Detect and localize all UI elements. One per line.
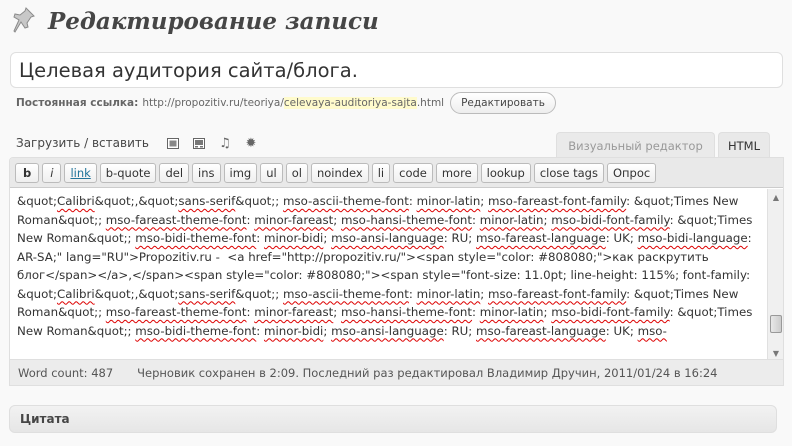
- word-count: Word count: 487: [18, 365, 114, 380]
- editor-scrollbar[interactable]: ▲ ▼: [767, 189, 783, 359]
- post-content-textarea[interactable]: &quot;Calibri&quot;,&quot;sans-serif&quo…: [10, 189, 768, 359]
- misspelled-word: mso-ascii-theme-font: [283, 194, 409, 208]
- scroll-down-arrow-icon[interactable]: ▼: [768, 345, 783, 359]
- autosave-status: Черновик сохранен в 2:09. Последний раз …: [137, 365, 718, 380]
- misspelled-word: minor-latin: [416, 194, 481, 208]
- editor-status-bar: Word count: 487 Черновик сохранен в 2:09…: [9, 360, 784, 386]
- page-title: Редактирование записи: [48, 7, 379, 35]
- misspelled-word: mso-bidi-theme-font: [135, 323, 257, 338]
- misspelled-word: mso-hansi-theme-font: [341, 212, 473, 227]
- quicktag-ol-button[interactable]: ol: [285, 163, 308, 183]
- quicktag-del-button[interactable]: del: [159, 163, 190, 183]
- scroll-up-arrow-icon[interactable]: ▲: [768, 189, 783, 205]
- content-text: :: [472, 212, 480, 227]
- misspelled-word: mso-bidi-font-family: [551, 305, 670, 319]
- content-text: :: [256, 323, 264, 338]
- misspelled-word: mso-bidi-theme-font: [135, 231, 257, 245]
- content-text: ;: [323, 231, 332, 245]
- permalink-suffix: .html: [416, 97, 445, 109]
- misspelled-word: minor-latin: [416, 286, 481, 301]
- misspelled-word: mso-fareast-theme-font: [105, 212, 247, 227]
- quicktag-more-button[interactable]: more: [435, 163, 478, 183]
- misspelled-word: minor-bidi: [263, 231, 324, 245]
- video-icon[interactable]: [191, 135, 207, 151]
- upload-insert-label: Загрузить / вставить: [16, 136, 149, 150]
- quicktag-lookup-button[interactable]: lookup: [480, 163, 531, 183]
- misspelled-word: minor-bidi: [263, 323, 324, 338]
- content-text: : RU;: [443, 231, 477, 245]
- misspelled-word: minor-fareast: [254, 212, 334, 227]
- quicktag-link-button[interactable]: link: [64, 163, 97, 183]
- permalink-row: Постоянная ссылка: http://propozitiv.ru/…: [16, 92, 556, 114]
- page-header: Редактирование записи: [12, 4, 379, 38]
- quicktag-опрос-button[interactable]: Опрос: [606, 163, 657, 183]
- quicktag-ins-button[interactable]: ins: [192, 163, 221, 183]
- misspelled-word: sans-serif: [178, 286, 236, 301]
- quicktag-noindex-button[interactable]: noindex: [310, 163, 369, 183]
- permalink-label: Постоянная ссылка:: [16, 97, 139, 109]
- misspelled-word: mso-fareast-language: [476, 323, 606, 338]
- audio-icon[interactable]: ♫: [217, 135, 233, 151]
- content-text: &quot;;: [235, 194, 284, 208]
- post-title-field[interactable]: [10, 52, 783, 88]
- content-text: ;: [333, 212, 341, 227]
- misspelled-word: minor-latin: [479, 305, 544, 319]
- content-text: &quot;,&quot;: [94, 286, 179, 301]
- scroll-thumb[interactable]: [770, 315, 782, 333]
- misspelled-word: Calibri: [56, 286, 95, 301]
- content-text: :: [408, 194, 417, 208]
- quicktag-img-button[interactable]: img: [223, 163, 258, 183]
- misspelled-word: mso-fareast-font-family: [488, 286, 627, 301]
- misspelled-word: mso-ascii-theme-font: [283, 286, 409, 301]
- tab-visual-editor[interactable]: Визуальный редактор: [556, 132, 715, 158]
- edit-permalink-button[interactable]: Редактировать: [450, 92, 556, 114]
- media-icon[interactable]: ✹: [243, 135, 259, 151]
- tab-html[interactable]: HTML: [718, 132, 770, 158]
- quicktag-li-button[interactable]: li: [371, 163, 391, 183]
- misspelled-word: minor-fareast: [254, 305, 334, 319]
- permalink-slug[interactable]: celevaya-auditoriya-sajta: [283, 97, 417, 109]
- quicktag-ul-button[interactable]: ul: [260, 163, 283, 183]
- content-text: : RU;: [443, 323, 477, 338]
- misspelled-word: mso-bidi-font-family: [551, 212, 670, 227]
- content-text: &quot;,&quot;: [94, 194, 179, 208]
- misspelled-word: mso-ansi-language: [331, 323, 444, 338]
- misspelled-word: mso-bidi-language: [637, 231, 748, 245]
- image-icon[interactable]: [165, 135, 181, 151]
- quicktag-b-quote-button[interactable]: b-quote: [99, 163, 157, 183]
- content-text: &quot;;: [235, 286, 284, 301]
- pushpin-icon: [13, 7, 35, 33]
- quicktag-i-button[interactable]: i: [42, 163, 62, 183]
- misspelled-word: mso-fareast-theme-font: [105, 305, 247, 319]
- misspelled-word: sans-serif: [178, 194, 236, 208]
- misspelled-word: mso-: [637, 323, 667, 338]
- media-buttons: Загрузить / вставить ♫ ✹: [16, 133, 259, 153]
- excerpt-box-header[interactable]: Цитата: [9, 405, 777, 433]
- html-editor: b i link b-quote del ins img ul ol noindex li code m…: [9, 157, 784, 360]
- content-text: ;: [323, 323, 332, 338]
- quicktags-toolbar: b i link b-quote del ins img ul ol noindex li code m…: [10, 158, 783, 188]
- permalink-base-url: http://propozitiv.ru/teoriya/: [142, 97, 284, 109]
- content-text: :: [472, 305, 480, 319]
- misspelled-word: mso-hansi-theme-font: [341, 305, 473, 319]
- content-text: ;: [480, 194, 489, 208]
- quicktag-close-tags-button[interactable]: close tags: [533, 163, 604, 183]
- content-text: :: [408, 286, 417, 301]
- content-text: : UK;: [605, 231, 638, 245]
- misspelled-word: mso-fareast-language: [476, 231, 606, 245]
- post-title-input[interactable]: [11, 53, 782, 87]
- misspelled-word: mso-ansi-language: [331, 231, 444, 245]
- content-text: :: [256, 231, 264, 245]
- misspelled-word: mso-fareast-font-family: [488, 194, 627, 208]
- content-text: ;: [333, 305, 341, 319]
- quicktag-b-button[interactable]: b: [15, 163, 40, 183]
- content-text: ;: [480, 286, 489, 301]
- excerpt-box-title: Цитата: [20, 412, 70, 426]
- misspelled-word: minor-latin: [479, 212, 544, 227]
- content-text: : UK;: [605, 323, 638, 338]
- misspelled-word: Calibri: [56, 194, 95, 208]
- quicktag-code-button[interactable]: code: [393, 163, 433, 183]
- content-text: &quot;: [17, 194, 57, 208]
